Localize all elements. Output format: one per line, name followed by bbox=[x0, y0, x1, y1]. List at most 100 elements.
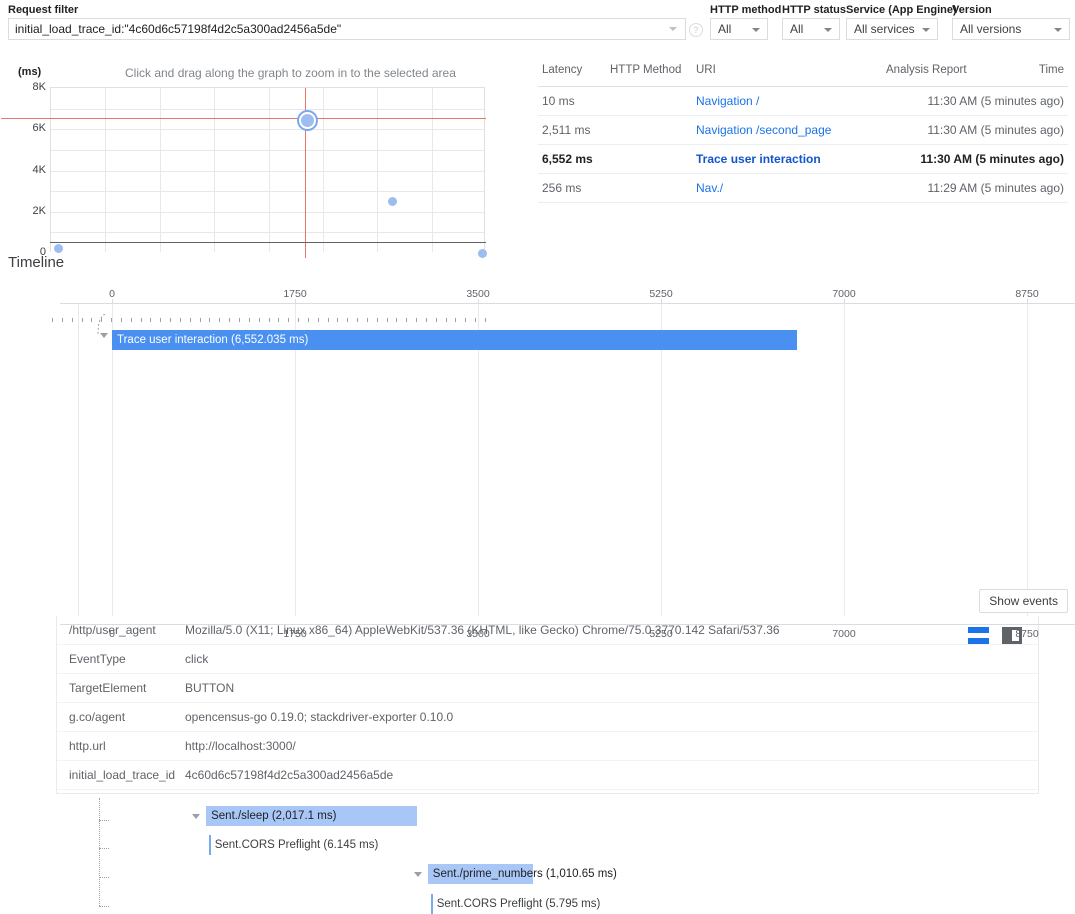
timeline-ruler-bottom: 0 1750 3500 5250 7000 8750 bbox=[60, 624, 1075, 644]
timeline-title: Timeline bbox=[8, 254, 65, 271]
col-uri: URI bbox=[696, 64, 716, 76]
select-label-1: HTTP status bbox=[782, 4, 846, 16]
col-time: Time bbox=[1038, 64, 1064, 76]
select-label-3: Version bbox=[952, 4, 992, 16]
request-filter-field[interactable] bbox=[8, 18, 686, 40]
scatter-point[interactable] bbox=[388, 197, 397, 206]
latency-scatter-chart[interactable]: 8K 6K 4K 2K 0 bbox=[0, 80, 500, 322]
timeline-panel: 0 1750 3500 5250 7000 8750 Trace user interac… bbox=[0, 286, 1075, 914]
gridline-h bbox=[51, 191, 484, 193]
tree-branch bbox=[99, 820, 109, 821]
table-row[interactable]: 6,552 ms Trace user interaction 11:30 AM (… bbox=[538, 145, 1068, 174]
cell-time: 11:30 AM (5 minutes ago) bbox=[927, 94, 1064, 108]
request-filter-input[interactable] bbox=[9, 19, 655, 39]
span-bar-root[interactable]: Trace user interaction (6,552.035 ms) bbox=[112, 330, 798, 350]
select-value: All services bbox=[854, 22, 915, 36]
scatter-point[interactable] bbox=[478, 249, 487, 258]
cell-latency: 256 ms bbox=[542, 181, 582, 195]
span-bar-thin[interactable]: Sent.CORS Preflight (5.795 ms) bbox=[430, 894, 600, 914]
span-bar-thin[interactable]: Sent.CORS Preflight (6.145 ms) bbox=[208, 835, 378, 855]
cell-uri-link[interactable]: Navigation /second_page bbox=[696, 123, 831, 137]
filter-bar: Request filter ? HTTP method All HTTP stat… bbox=[0, 0, 1075, 48]
scatter-point[interactable] bbox=[54, 244, 63, 253]
chevron-down-icon[interactable] bbox=[922, 28, 930, 32]
bottom-ruler-tick-label: 5250 bbox=[649, 628, 673, 640]
scatter-point-selected[interactable] bbox=[299, 112, 316, 129]
show-events-button[interactable]: Show events bbox=[979, 589, 1068, 613]
chevron-down-icon[interactable] bbox=[669, 27, 677, 31]
gridline-h bbox=[51, 149, 484, 151]
span-label: Sent.CORS Preflight (6.145 ms) bbox=[214, 839, 379, 851]
bottom-ruler-tick-label: 0 bbox=[109, 628, 115, 640]
detail-value: 4c60d6c57198f4d2c5a300ad2456a5de bbox=[185, 768, 394, 782]
table-row[interactable]: 10 ms Navigation / 11:30 AM (5 minutes ago… bbox=[538, 87, 1068, 116]
bottom-ruler-tick-label: 3500 bbox=[466, 628, 490, 640]
tree-branch bbox=[99, 848, 109, 849]
gridline-v bbox=[323, 88, 324, 252]
detail-value: opencensus-go 0.19.0; stackdriver-export… bbox=[185, 710, 454, 724]
timeline-gridline bbox=[1027, 304, 1028, 624]
table-header-row: Latency HTTP Method URI Analysis Report … bbox=[538, 64, 1068, 87]
cell-latency: 10 ms bbox=[542, 94, 575, 108]
collapse-triangle-icon[interactable] bbox=[413, 872, 422, 877]
help-circle-icon[interactable]: ? bbox=[689, 23, 703, 37]
detail-row: g.co/agent opencensus-go 0.19.0; stackdri… bbox=[57, 703, 1038, 732]
detail-row: TargetElement BUTTON bbox=[57, 674, 1038, 703]
table-row[interactable]: 256 ms Nav./ 11:29 AM (5 minutes ago) bbox=[538, 174, 1068, 203]
select-1[interactable]: All bbox=[782, 18, 840, 40]
cell-time: 11:30 AM (5 minutes ago) bbox=[920, 152, 1064, 166]
tree-connector-curve bbox=[97, 314, 106, 336]
detail-key: TargetElement bbox=[69, 681, 147, 695]
table-row[interactable]: 2,511 ms Navigation /second_page 11:30 AM … bbox=[538, 116, 1068, 145]
select-value: All bbox=[718, 22, 732, 36]
detail-value: BUTTON bbox=[185, 681, 235, 695]
bottom-ruler-tick-label: 7000 bbox=[832, 628, 856, 640]
detail-key: EventType bbox=[69, 652, 126, 666]
chevron-down-icon[interactable] bbox=[752, 28, 760, 32]
timeline-gridline bbox=[661, 304, 662, 624]
chart-unit-label: (ms) bbox=[18, 66, 42, 78]
gridline-h bbox=[51, 232, 484, 234]
select-2[interactable]: All services bbox=[846, 18, 938, 40]
collapse-triangle-icon[interactable] bbox=[192, 814, 201, 819]
y-tick-label: 8K bbox=[32, 81, 46, 93]
tree-rail bbox=[99, 798, 100, 906]
gridline-h bbox=[51, 170, 484, 172]
timeline-ruler-top: 0 1750 3500 5250 7000 8750 bbox=[60, 286, 1075, 304]
gridline-v bbox=[214, 88, 215, 252]
tree-branch bbox=[99, 906, 109, 907]
span-bar[interactable]: Sent./prime_numbers (1,010.65 ms) bbox=[427, 864, 617, 884]
select-label-0: HTTP method bbox=[710, 4, 782, 16]
timeline-gridline bbox=[295, 304, 296, 624]
chevron-down-icon[interactable] bbox=[824, 28, 832, 32]
gridline-v bbox=[377, 88, 378, 252]
gridline-v bbox=[269, 88, 270, 252]
select-3[interactable]: All versions bbox=[952, 18, 1070, 40]
timeline-gridline bbox=[112, 304, 113, 624]
col-method: HTTP Method bbox=[610, 64, 682, 76]
gridline-v bbox=[432, 88, 433, 252]
timeline-gridline bbox=[844, 304, 845, 624]
chart-hint-text: Click and drag along the graph to zoom i… bbox=[125, 66, 456, 80]
select-value: All bbox=[790, 22, 804, 36]
chart-plot-area[interactable] bbox=[1, 87, 487, 258]
request-filter-label: Request filter bbox=[8, 4, 79, 16]
cell-latency: 6,552 ms bbox=[542, 152, 593, 166]
chevron-down-icon[interactable] bbox=[1054, 28, 1062, 32]
span-bar[interactable]: Sent./sleep (2,017.1 ms) bbox=[206, 806, 418, 826]
col-report: Analysis Report bbox=[886, 64, 967, 76]
select-value: All versions bbox=[960, 22, 1022, 36]
ruler-line bbox=[60, 303, 1075, 304]
gridline-v bbox=[105, 88, 106, 252]
detail-row: EventType click bbox=[57, 645, 1038, 674]
root-span-row[interactable]: Trace user interaction (6,552.035 ms) bbox=[0, 306, 1075, 350]
cell-uri-link[interactable]: Nav./ bbox=[696, 181, 723, 195]
y-tick-label: 2K bbox=[32, 204, 46, 217]
cell-latency: 2,511 ms bbox=[542, 123, 591, 137]
detail-key: initial_load_trace_id bbox=[69, 768, 176, 782]
cell-uri-link[interactable]: Navigation / bbox=[696, 94, 759, 108]
cell-uri-link[interactable]: Trace user interaction bbox=[696, 152, 821, 166]
detail-value: http://localhost:3000/ bbox=[185, 739, 296, 753]
detail-key: g.co/agent bbox=[69, 710, 126, 724]
select-0[interactable]: All bbox=[710, 18, 768, 40]
